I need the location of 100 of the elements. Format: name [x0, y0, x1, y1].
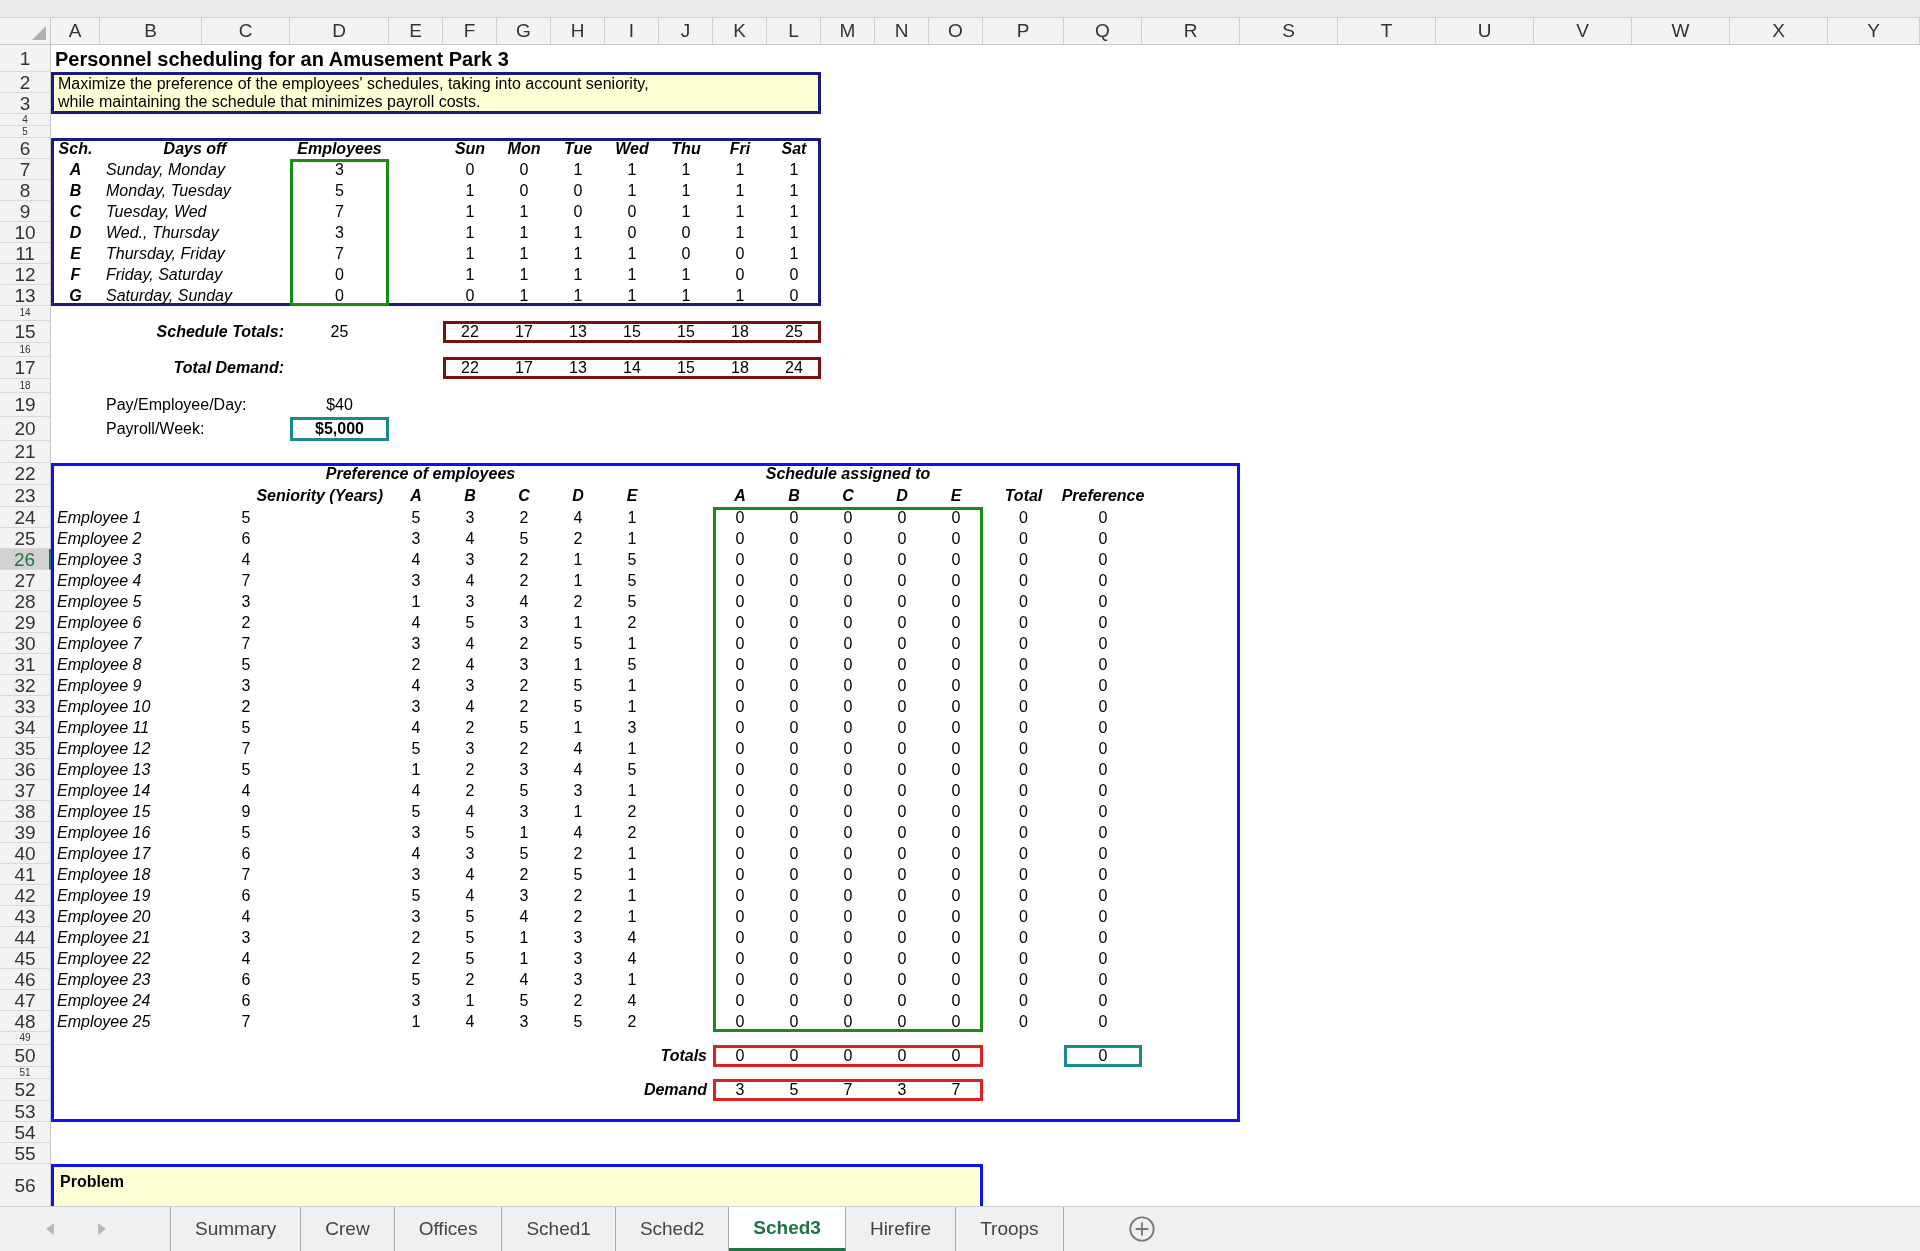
row-header[interactable]: 45: [0, 948, 51, 969]
table-cell-text: 0: [734, 591, 746, 612]
row-header[interactable]: 13: [0, 285, 51, 306]
column-header[interactable]: R: [1142, 18, 1240, 45]
table-cell-text: 1: [572, 717, 584, 738]
column-header[interactable]: P: [983, 18, 1064, 45]
row-header[interactable]: 54: [0, 1122, 51, 1143]
row-header[interactable]: 20: [0, 417, 51, 441]
row-header[interactable]: 16: [0, 343, 51, 357]
column-header[interactable]: L: [767, 18, 821, 45]
row-header[interactable]: 41: [0, 864, 51, 885]
row-header[interactable]: 26: [0, 549, 51, 570]
column-header[interactable]: B: [100, 18, 202, 45]
column-header[interactable]: Y: [1828, 18, 1920, 45]
column-header[interactable]: G: [497, 18, 551, 45]
row-header[interactable]: 38: [0, 801, 51, 822]
row-header[interactable]: 36: [0, 759, 51, 780]
row-header[interactable]: 7: [0, 159, 51, 180]
column-header[interactable]: O: [929, 18, 983, 45]
row-header[interactable]: 28: [0, 591, 51, 612]
row-header[interactable]: 25: [0, 528, 51, 549]
row-header[interactable]: 17: [0, 357, 51, 379]
column-header[interactable]: C: [202, 18, 290, 45]
row-header[interactable]: 15: [0, 321, 51, 343]
row-header[interactable]: 51: [0, 1067, 51, 1079]
row-header[interactable]: 49: [0, 1032, 51, 1045]
row-header[interactable]: 6: [0, 138, 51, 159]
table-cell-text: 0: [950, 1011, 962, 1032]
row-header[interactable]: 29: [0, 612, 51, 633]
row-header[interactable]: 30: [0, 633, 51, 654]
table-cell-text: 1: [410, 591, 422, 612]
row-header[interactable]: 42: [0, 885, 51, 906]
row-header[interactable]: 22: [0, 463, 51, 485]
row-header[interactable]: 5: [0, 126, 51, 138]
row-header[interactable]: 37: [0, 780, 51, 801]
column-header[interactable]: X: [1730, 18, 1828, 45]
row-header[interactable]: 34: [0, 717, 51, 738]
table-cell-text: 0: [788, 822, 800, 843]
row-header[interactable]: 43: [0, 906, 51, 927]
column-header[interactable]: W: [1632, 18, 1730, 45]
row-header[interactable]: 47: [0, 990, 51, 1011]
row-header[interactable]: 23: [0, 485, 51, 507]
row-header[interactable]: 14: [0, 306, 51, 321]
row-header[interactable]: 24: [0, 507, 51, 528]
row-header[interactable]: 9: [0, 201, 51, 222]
column-header[interactable]: N: [875, 18, 929, 45]
row-header[interactable]: 31: [0, 654, 51, 675]
row-header[interactable]: 56: [0, 1164, 51, 1208]
column-header[interactable]: M: [821, 18, 875, 45]
row-header[interactable]: 2: [0, 72, 51, 93]
select-all-corner[interactable]: [0, 18, 51, 45]
sheet-tab[interactable]: Summary: [171, 1207, 302, 1251]
column-header[interactable]: H: [551, 18, 605, 45]
row-header[interactable]: 21: [0, 441, 51, 463]
row-header[interactable]: 50: [0, 1045, 51, 1067]
row-header[interactable]: 27: [0, 570, 51, 591]
column-header[interactable]: V: [1534, 18, 1632, 45]
row-header[interactable]: 39: [0, 822, 51, 843]
sheet-tab[interactable]: Offices: [394, 1207, 503, 1251]
row-header[interactable]: 10: [0, 222, 51, 243]
row-header[interactable]: 52: [0, 1079, 51, 1101]
column-header[interactable]: I: [605, 18, 659, 45]
column-header[interactable]: Q: [1064, 18, 1142, 45]
row-header[interactable]: 32: [0, 675, 51, 696]
row-header[interactable]: 35: [0, 738, 51, 759]
table-cell-text: Saturday, Sunday: [105, 285, 234, 306]
row-header[interactable]: 44: [0, 927, 51, 948]
plus-circle-icon[interactable]: [1127, 1215, 1156, 1243]
column-header[interactable]: A: [51, 18, 100, 45]
row-header[interactable]: 55: [0, 1143, 51, 1164]
row-header[interactable]: 48: [0, 1011, 51, 1032]
row-header[interactable]: 11: [0, 243, 51, 264]
row-header[interactable]: 18: [0, 379, 51, 393]
column-header[interactable]: F: [443, 18, 497, 45]
row-header[interactable]: 46: [0, 969, 51, 990]
table-cell-text: 0: [734, 612, 746, 633]
column-header[interactable]: U: [1436, 18, 1534, 45]
row-header[interactable]: 3: [0, 93, 51, 114]
row-header[interactable]: 1: [0, 45, 51, 72]
column-header[interactable]: T: [1338, 18, 1436, 45]
row-header[interactable]: 40: [0, 843, 51, 864]
table-cell-text: 0: [896, 906, 908, 927]
column-header[interactable]: E: [389, 18, 443, 45]
sheet-tab[interactable]: Hirefire: [845, 1207, 957, 1251]
sheet-tab[interactable]: Sched3: [729, 1207, 846, 1251]
column-header[interactable]: J: [659, 18, 713, 45]
row-header[interactable]: 4: [0, 114, 51, 126]
sheet-tab[interactable]: Crew: [301, 1207, 395, 1251]
row-header[interactable]: 12: [0, 264, 51, 285]
table-cell-text: 1: [572, 612, 584, 633]
sheet-tab[interactable]: Sched1: [502, 1207, 616, 1251]
row-header[interactable]: 33: [0, 696, 51, 717]
column-header[interactable]: K: [713, 18, 767, 45]
sheet-tab[interactable]: Troops: [956, 1207, 1064, 1251]
table-cell-text: 0: [788, 570, 800, 591]
column-header[interactable]: D: [290, 18, 389, 45]
column-header[interactable]: S: [1240, 18, 1338, 45]
row-header[interactable]: 53: [0, 1101, 51, 1122]
row-header[interactable]: 19: [0, 393, 51, 417]
row-header[interactable]: 8: [0, 180, 51, 201]
